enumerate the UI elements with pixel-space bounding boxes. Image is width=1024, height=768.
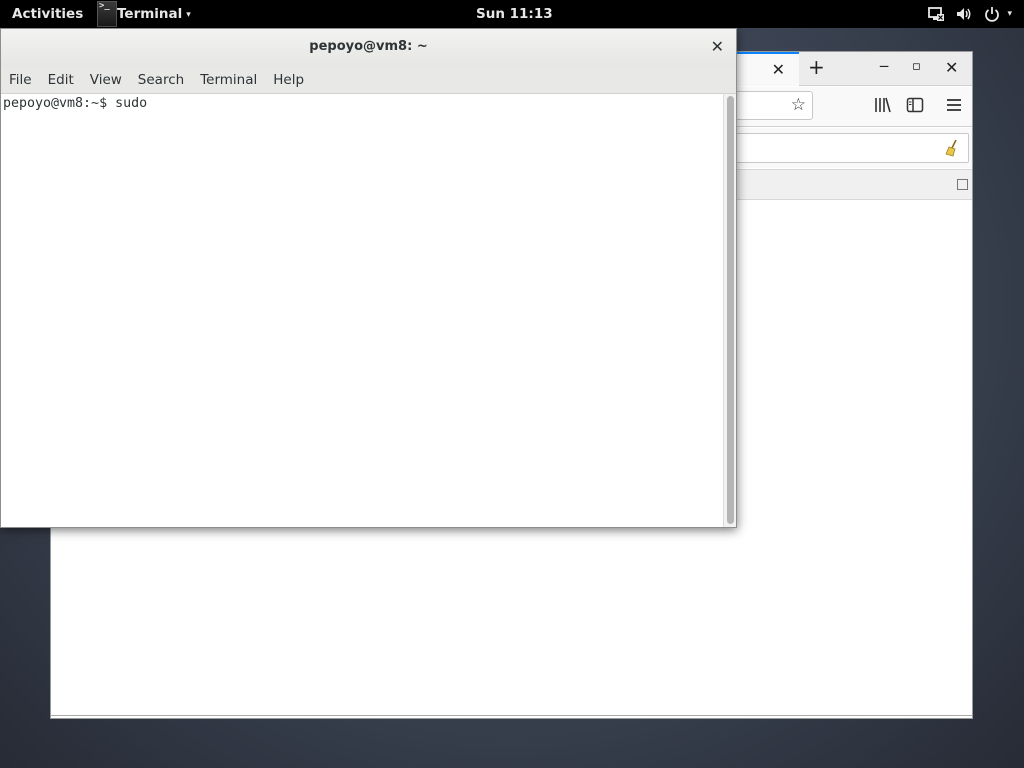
browser-content-divider (51, 715, 972, 716)
library-icon[interactable] (873, 95, 893, 115)
terminal-glyph: >_ (99, 1, 110, 11)
search-input[interactable] (731, 133, 969, 163)
activities-button[interactable]: Activities (12, 6, 83, 22)
terminal-window[interactable]: pepoyo@vm8: ~ ✕ File Edit View Search Te… (0, 28, 737, 528)
chevron-down-icon: ▾ (1007, 9, 1012, 19)
minimize-button[interactable]: ‒ (879, 56, 889, 75)
terminal-prompt: pepoyo@vm8:~$ (3, 96, 116, 111)
terminal-line: pepoyo@vm8:~$ sudo (3, 96, 147, 111)
panel-toggle-icon[interactable] (957, 179, 968, 190)
star-icon[interactable]: ☆ (791, 95, 806, 115)
menu-terminal[interactable]: Terminal (194, 72, 263, 88)
menu-edit[interactable]: Edit (42, 72, 80, 88)
network-wired-icon (928, 7, 945, 21)
terminal-app-icon: >_ (97, 1, 117, 27)
terminal-titlebar[interactable]: pepoyo@vm8: ~ ✕ (1, 29, 736, 67)
power-icon (985, 7, 1000, 22)
url-bar[interactable]: ☆ (731, 91, 813, 120)
menu-file[interactable]: File (3, 72, 38, 88)
browser-close-button[interactable]: ✕ (945, 58, 958, 77)
menu-help[interactable]: Help (267, 72, 310, 88)
system-menu-button[interactable]: ▾ (927, 5, 1012, 23)
menu-search[interactable]: Search (132, 72, 190, 88)
close-icon[interactable]: ✕ (711, 37, 724, 56)
terminal-menubar: File Edit View Search Terminal Help (1, 67, 736, 94)
app-menu-label: Terminal (117, 6, 183, 22)
clock[interactable]: Sun 11:13 (476, 6, 553, 22)
hamburger-menu-icon[interactable] (944, 95, 964, 115)
broom-icon[interactable] (944, 139, 960, 157)
sidebar-icon[interactable] (905, 95, 925, 115)
scrollbar-thumb[interactable] (727, 96, 734, 524)
app-menu-button[interactable]: >_ Terminal ▾ (97, 0, 191, 28)
terminal-command: sudo (115, 96, 148, 111)
maximize-button[interactable]: ▫ (912, 59, 921, 74)
chevron-down-icon: ▾ (186, 10, 191, 20)
top-bar: Activities >_ Terminal ▾ Sun 11:13 ▾ (0, 0, 1024, 28)
terminal-title: pepoyo@vm8: ~ (309, 39, 428, 54)
menu-view[interactable]: View (84, 72, 128, 88)
terminal-scrollbar[interactable] (723, 94, 736, 527)
terminal-body[interactable]: pepoyo@vm8:~$ sudo (1, 94, 723, 527)
new-tab-button[interactable]: + (808, 55, 825, 79)
volume-icon (957, 8, 971, 20)
tab-close-icon[interactable]: ✕ (772, 60, 785, 79)
